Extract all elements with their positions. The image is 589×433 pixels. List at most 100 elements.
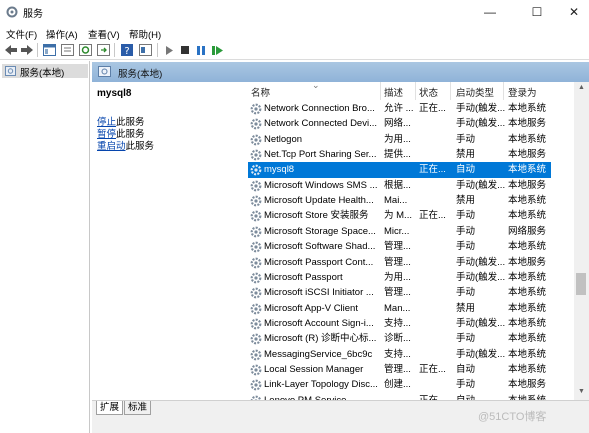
cell-description: 根据... bbox=[384, 179, 411, 191]
svg-text:?: ? bbox=[124, 46, 129, 56]
menu-file[interactable]: 文件(F) bbox=[6, 27, 37, 41]
services-header: 服务(本地) bbox=[92, 62, 589, 82]
cell-name: Microsoft Store 安装服务 bbox=[264, 210, 369, 222]
cell-startup-type: 自动 bbox=[456, 363, 476, 375]
column-header-startup-type[interactable]: 启动类型 bbox=[456, 85, 494, 99]
table-row[interactable]: Link-Layer Topology Disc... 创建... 手动 本地服务 bbox=[248, 377, 551, 392]
cell-log-on-as: 本地系统 bbox=[508, 271, 547, 283]
table-row[interactable]: Microsoft Store 安装服务 为 M... 正在... 手动 本地系统 bbox=[248, 208, 551, 223]
cell-log-on-as: 本地系统 bbox=[508, 302, 547, 314]
refresh-icon[interactable] bbox=[78, 43, 92, 57]
cell-name: mysql8 bbox=[264, 164, 295, 176]
cell-log-on-as: 本地系统 bbox=[508, 133, 547, 145]
action-restart: 重启动此服务 bbox=[97, 138, 154, 152]
gear-icon bbox=[250, 118, 262, 130]
table-row[interactable]: Microsoft (R) 诊断中心标... 诊断... 手动 本地系统 bbox=[248, 331, 551, 346]
help-icon[interactable]: ? bbox=[120, 43, 134, 57]
cell-startup-type: 手动(触发... bbox=[456, 179, 506, 191]
table-row[interactable]: Microsoft Storage Space... Micr... 手动 网络服务 bbox=[248, 224, 551, 239]
column-header-description[interactable]: 描述 bbox=[384, 85, 403, 99]
scroll-up-arrow-icon[interactable]: ▲ bbox=[574, 84, 589, 91]
table-row[interactable]: Netlogon 为用... 手动 本地系统 bbox=[248, 132, 551, 147]
cell-description: 为 M... bbox=[384, 210, 412, 222]
restart-icon[interactable] bbox=[210, 43, 224, 57]
tree-item-services-local[interactable]: 服务(本地) bbox=[2, 64, 88, 79]
cell-description: 诊断... bbox=[384, 333, 411, 345]
table-row[interactable]: Microsoft Windows SMS ... 根据... 手动(触发... 本地… bbox=[248, 178, 551, 193]
table-row[interactable]: Microsoft Update Health... Mai... 禁用 本地系统 bbox=[248, 193, 551, 208]
menu-view[interactable]: 查看(V) bbox=[88, 27, 120, 41]
menu-action[interactable]: 操作(A) bbox=[46, 27, 78, 41]
console-tree-icon[interactable] bbox=[42, 43, 56, 57]
gear-icon bbox=[250, 211, 262, 222]
column-header-name[interactable]: 名称 bbox=[251, 85, 270, 99]
vertical-scrollbar[interactable] bbox=[574, 82, 589, 400]
cell-status: 正在... bbox=[419, 363, 446, 375]
cell-log-on-as: 本地系统 bbox=[508, 210, 547, 222]
cell-name: Microsoft App-V Client bbox=[264, 302, 358, 314]
table-row[interactable]: Network Connected Devi... 网络... 手动(触发... 本地… bbox=[248, 116, 551, 131]
cell-name: Microsoft Passport Cont... bbox=[264, 256, 374, 268]
table-row[interactable]: Microsoft Passport 为用... 手动(触发... 本地系统 bbox=[248, 270, 551, 285]
column-divider bbox=[415, 82, 416, 100]
properties-icon[interactable] bbox=[60, 43, 74, 57]
stop-icon[interactable] bbox=[178, 43, 192, 57]
tab-standard[interactable]: 标准 bbox=[124, 401, 152, 415]
table-row[interactable]: mysql8 正在... 自动 本地系统 bbox=[248, 162, 551, 178]
close-button[interactable]: ✕ bbox=[554, 0, 589, 24]
cell-description: 为用... bbox=[384, 271, 411, 283]
gear-icon bbox=[250, 180, 262, 192]
show-hide-icon[interactable] bbox=[138, 43, 152, 57]
cell-description: 管理... bbox=[384, 241, 411, 253]
cell-log-on-as: 本地服务 bbox=[508, 256, 547, 268]
cell-startup-type: 手动 bbox=[456, 133, 476, 145]
cell-log-on-as: 本地系统 bbox=[508, 195, 547, 207]
cell-status: 正在... bbox=[419, 164, 446, 176]
pause-icon[interactable] bbox=[194, 43, 208, 57]
selected-service-name: mysql8 bbox=[97, 88, 132, 99]
tree-item-label: 服务(本地) bbox=[20, 68, 65, 79]
tab-extended[interactable]: 扩展 bbox=[96, 401, 124, 415]
export-list-icon[interactable] bbox=[96, 43, 110, 57]
services-app-icon bbox=[6, 6, 18, 18]
forward-arrow-icon[interactable] bbox=[20, 43, 34, 57]
start-icon[interactable] bbox=[162, 43, 176, 57]
table-row[interactable]: Microsoft Software Shad... 管理... 手动 本地系统 bbox=[248, 239, 551, 254]
cell-log-on-as: 本地系统 bbox=[508, 317, 547, 329]
scroll-down-arrow-icon[interactable]: ▼ bbox=[574, 388, 589, 395]
restart-service-link[interactable]: 重启动 bbox=[97, 141, 126, 152]
gear-icon bbox=[250, 149, 262, 161]
cell-log-on-as: 本地系统 bbox=[508, 241, 547, 253]
services-icon bbox=[5, 66, 16, 76]
table-row[interactable]: Net.Tcp Port Sharing Ser... 提供... 禁用 本地服务 bbox=[248, 147, 551, 162]
table-row[interactable]: Microsoft Passport Cont... 管理... 手动(触发... 本… bbox=[248, 255, 551, 270]
gear-icon bbox=[250, 318, 262, 330]
menu-help[interactable]: 帮助(H) bbox=[129, 27, 161, 41]
cell-log-on-as: 本地服务 bbox=[508, 379, 547, 391]
cell-log-on-as: 本地服务 bbox=[508, 118, 547, 130]
table-row[interactable]: Microsoft App-V Client Man... 禁用 本地系统 bbox=[248, 301, 551, 316]
cell-startup-type: 手动 bbox=[456, 241, 476, 253]
services-header-title: 服务(本地) bbox=[118, 69, 163, 80]
toolbar-separator bbox=[37, 43, 38, 57]
column-header-log-on-as[interactable]: 登录为 bbox=[508, 85, 537, 99]
cell-name: Netlogon bbox=[264, 133, 303, 145]
gear-icon bbox=[250, 226, 262, 238]
column-header-status[interactable]: 状态 bbox=[419, 85, 438, 99]
table-row[interactable]: Local Session Manager 管理... 正在... 自动 本地系统 bbox=[248, 362, 551, 377]
table-row[interactable]: Microsoft iSCSI Initiator ... 管理... 手动 本地系统 bbox=[248, 285, 551, 300]
back-arrow-icon[interactable] bbox=[4, 43, 18, 57]
scrollbar-thumb[interactable] bbox=[576, 273, 586, 295]
cell-description: 允许 ... bbox=[384, 103, 414, 114]
minimize-button[interactable]: — bbox=[470, 0, 510, 24]
maximize-button[interactable]: ☐ bbox=[517, 0, 557, 24]
table-row[interactable]: Microsoft Account Sign-i... 支持... 手动(触发...… bbox=[248, 316, 551, 331]
table-row[interactable]: Network Connection Bro... 允许 ... 正在... 手动(触… bbox=[248, 101, 551, 116]
cell-name: Microsoft Software Shad... bbox=[264, 241, 376, 253]
cell-name: Microsoft Update Health... bbox=[264, 195, 374, 207]
gear-icon bbox=[250, 195, 262, 207]
column-divider bbox=[503, 82, 504, 100]
table-row[interactable]: MessagingService_6bc9c 支持... 手动(触发... 本地系统 bbox=[248, 347, 551, 362]
gear-icon bbox=[250, 333, 262, 345]
cell-status: 正在... bbox=[419, 210, 446, 222]
